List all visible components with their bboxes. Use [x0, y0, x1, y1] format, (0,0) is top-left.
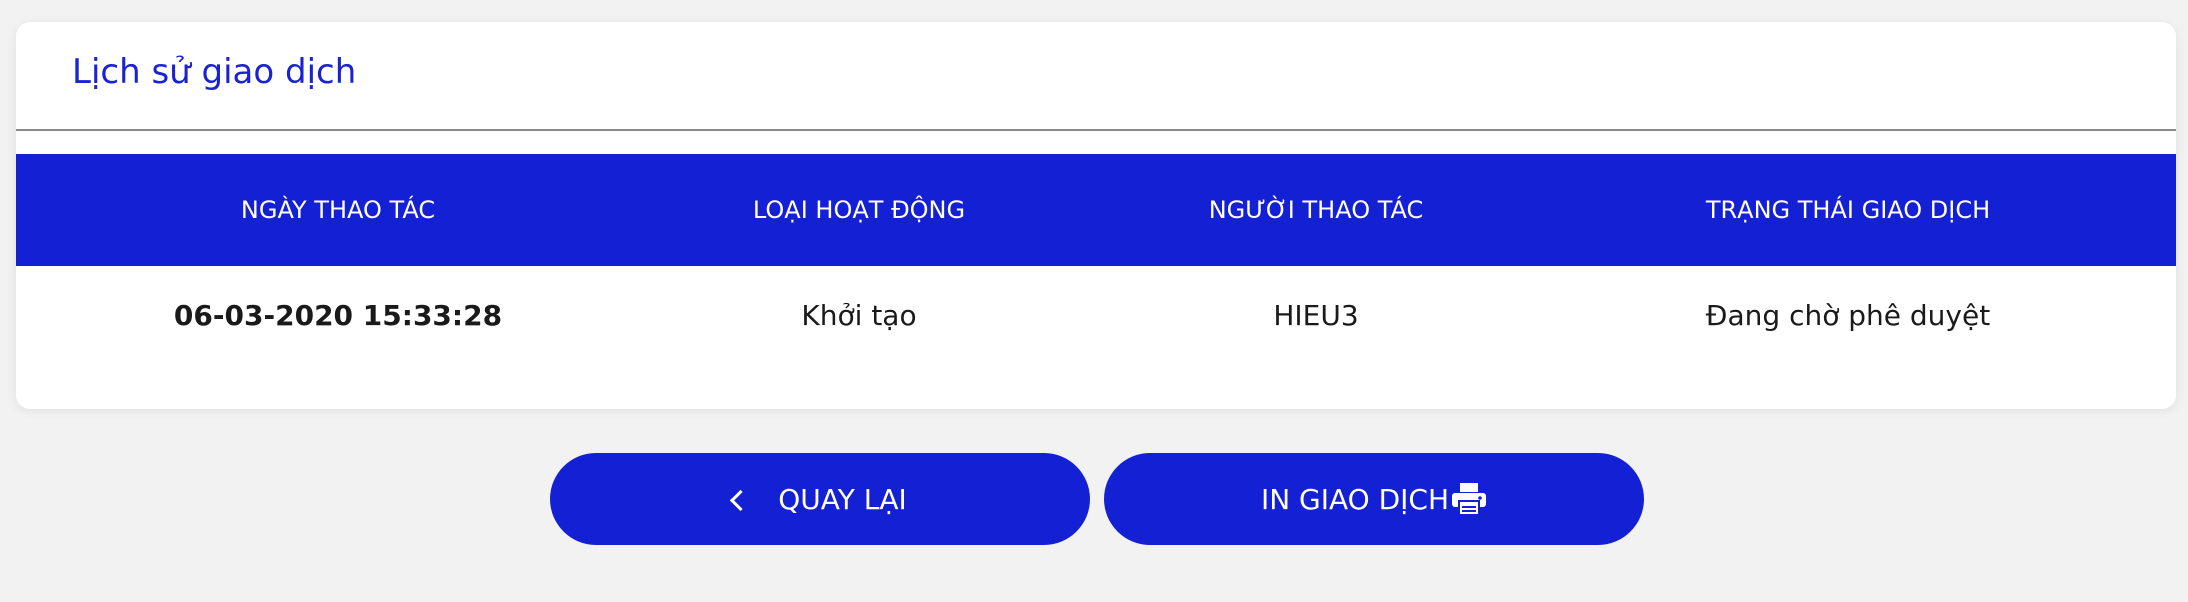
table-header-row: NGÀY THAO TÁC LOẠI HOẠT ĐỘNG NGƯỜI THAO …	[16, 154, 2176, 266]
column-header-activity-type: LOẠI HOẠT ĐỘNG	[752, 196, 966, 224]
back-button-label: QUAY LẠI	[778, 482, 907, 516]
chevron-left-icon	[730, 489, 752, 511]
cell-date: 06-03-2020 15:33:28	[173, 299, 503, 332]
column-header-status: TRẠNG THÁI GIAO DỊCH	[1705, 196, 1991, 224]
table-row: 06-03-2020 15:33:28 Khởi tạo HIEU3 Đang …	[16, 266, 2176, 366]
card-title: Lịch sử giao dịch	[72, 52, 357, 92]
transaction-history-card: Lịch sử giao dịch NGÀY THAO TÁC LOẠI HOẠ…	[16, 22, 2176, 409]
column-header-operator: NGƯỜI THAO TÁC	[1208, 196, 1424, 224]
cell-operator: HIEU3	[1273, 299, 1359, 332]
printer-icon	[1452, 483, 1487, 516]
column-header-date: NGÀY THAO TÁC	[240, 196, 436, 224]
cell-activity-type: Khởi tạo	[801, 299, 917, 332]
title-divider	[16, 129, 2176, 131]
print-button-label: IN GIAO DỊCH	[1260, 482, 1450, 516]
back-button[interactable]: QUAY LẠI	[550, 453, 1090, 545]
print-transaction-button[interactable]: IN GIAO DỊCH	[1104, 453, 1644, 545]
cell-status: Đang chờ phê duyệt	[1705, 299, 1991, 332]
